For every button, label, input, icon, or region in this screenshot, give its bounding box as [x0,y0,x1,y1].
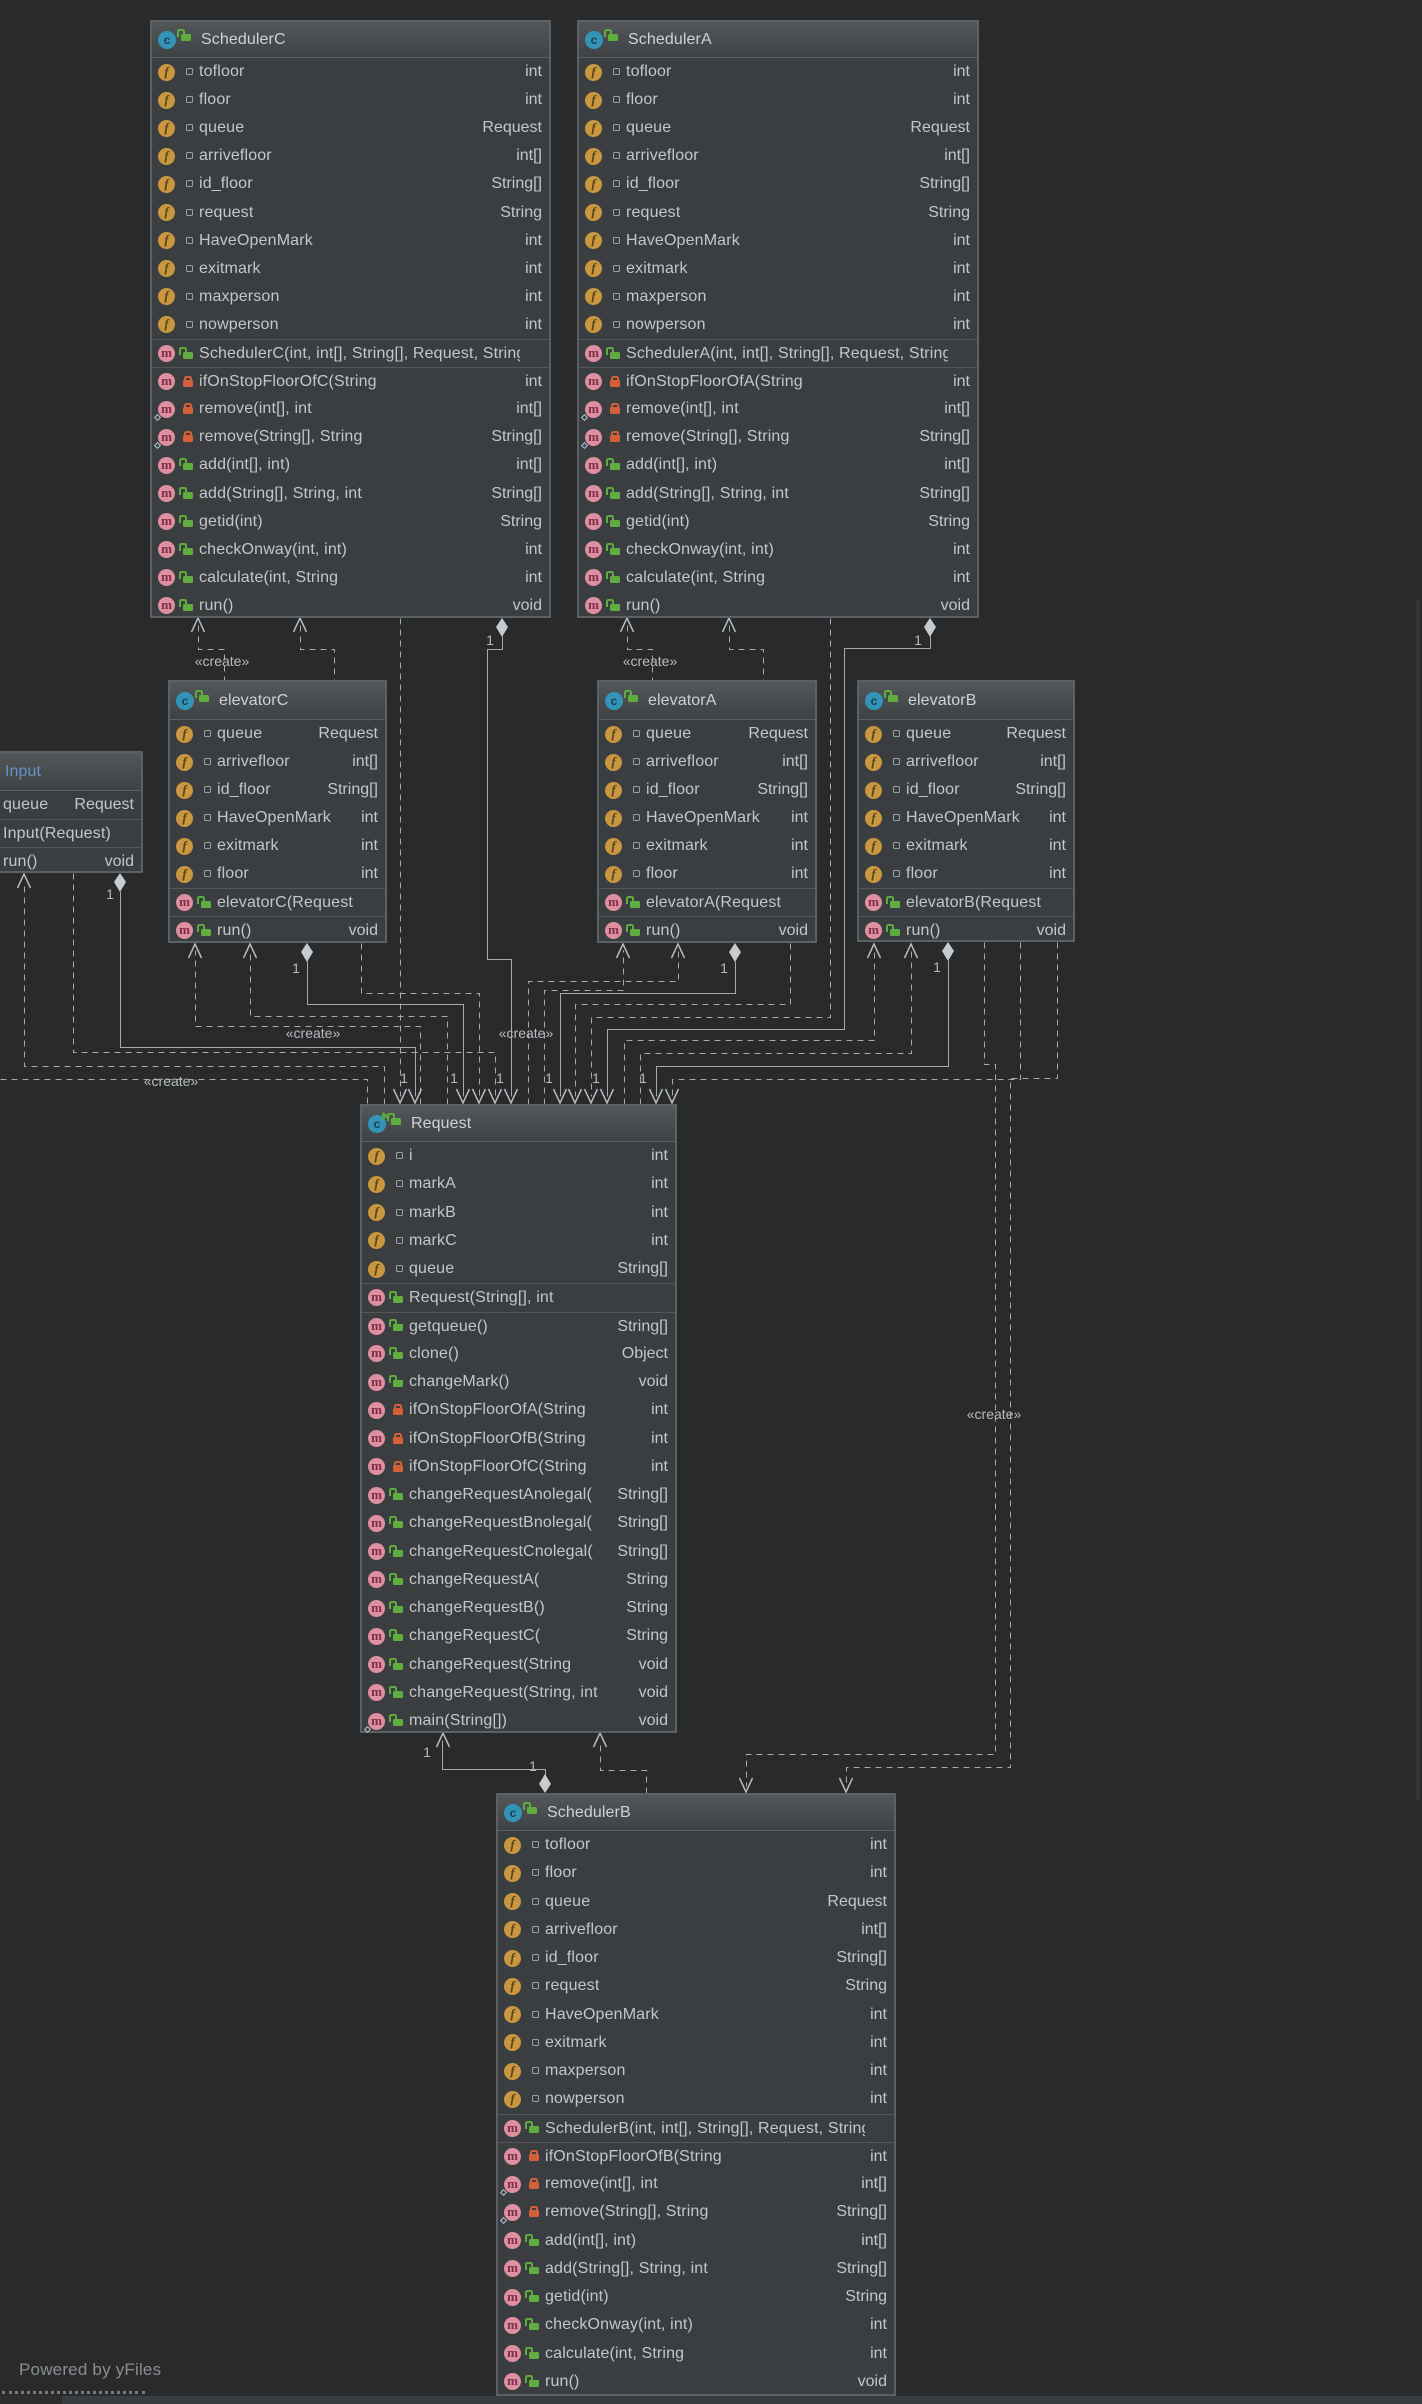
svg-text:1: 1 [400,1070,408,1086]
svg-text:1: 1 [496,1070,504,1086]
svg-text:«create»: «create» [967,1406,1022,1422]
svg-text:1: 1 [545,1070,553,1086]
svg-text:«create»: «create» [623,653,678,669]
svg-text:«create»: «create» [286,1025,341,1041]
svg-text:1: 1 [450,1070,458,1086]
svg-text:1: 1 [486,632,494,648]
svg-text:1: 1 [592,1070,600,1086]
svg-text:1: 1 [933,959,941,975]
svg-text:1: 1 [423,1744,431,1760]
svg-text:1: 1 [914,632,922,648]
svg-text:«create»: «create» [144,1073,199,1089]
svg-text:«create»: «create» [195,653,250,669]
svg-text:1: 1 [720,960,728,976]
svg-text:1: 1 [639,1070,647,1086]
svg-text:1: 1 [529,1758,537,1774]
svg-text:1: 1 [292,960,300,976]
svg-text:1: 1 [106,886,114,902]
svg-text:«create»: «create» [499,1025,554,1041]
